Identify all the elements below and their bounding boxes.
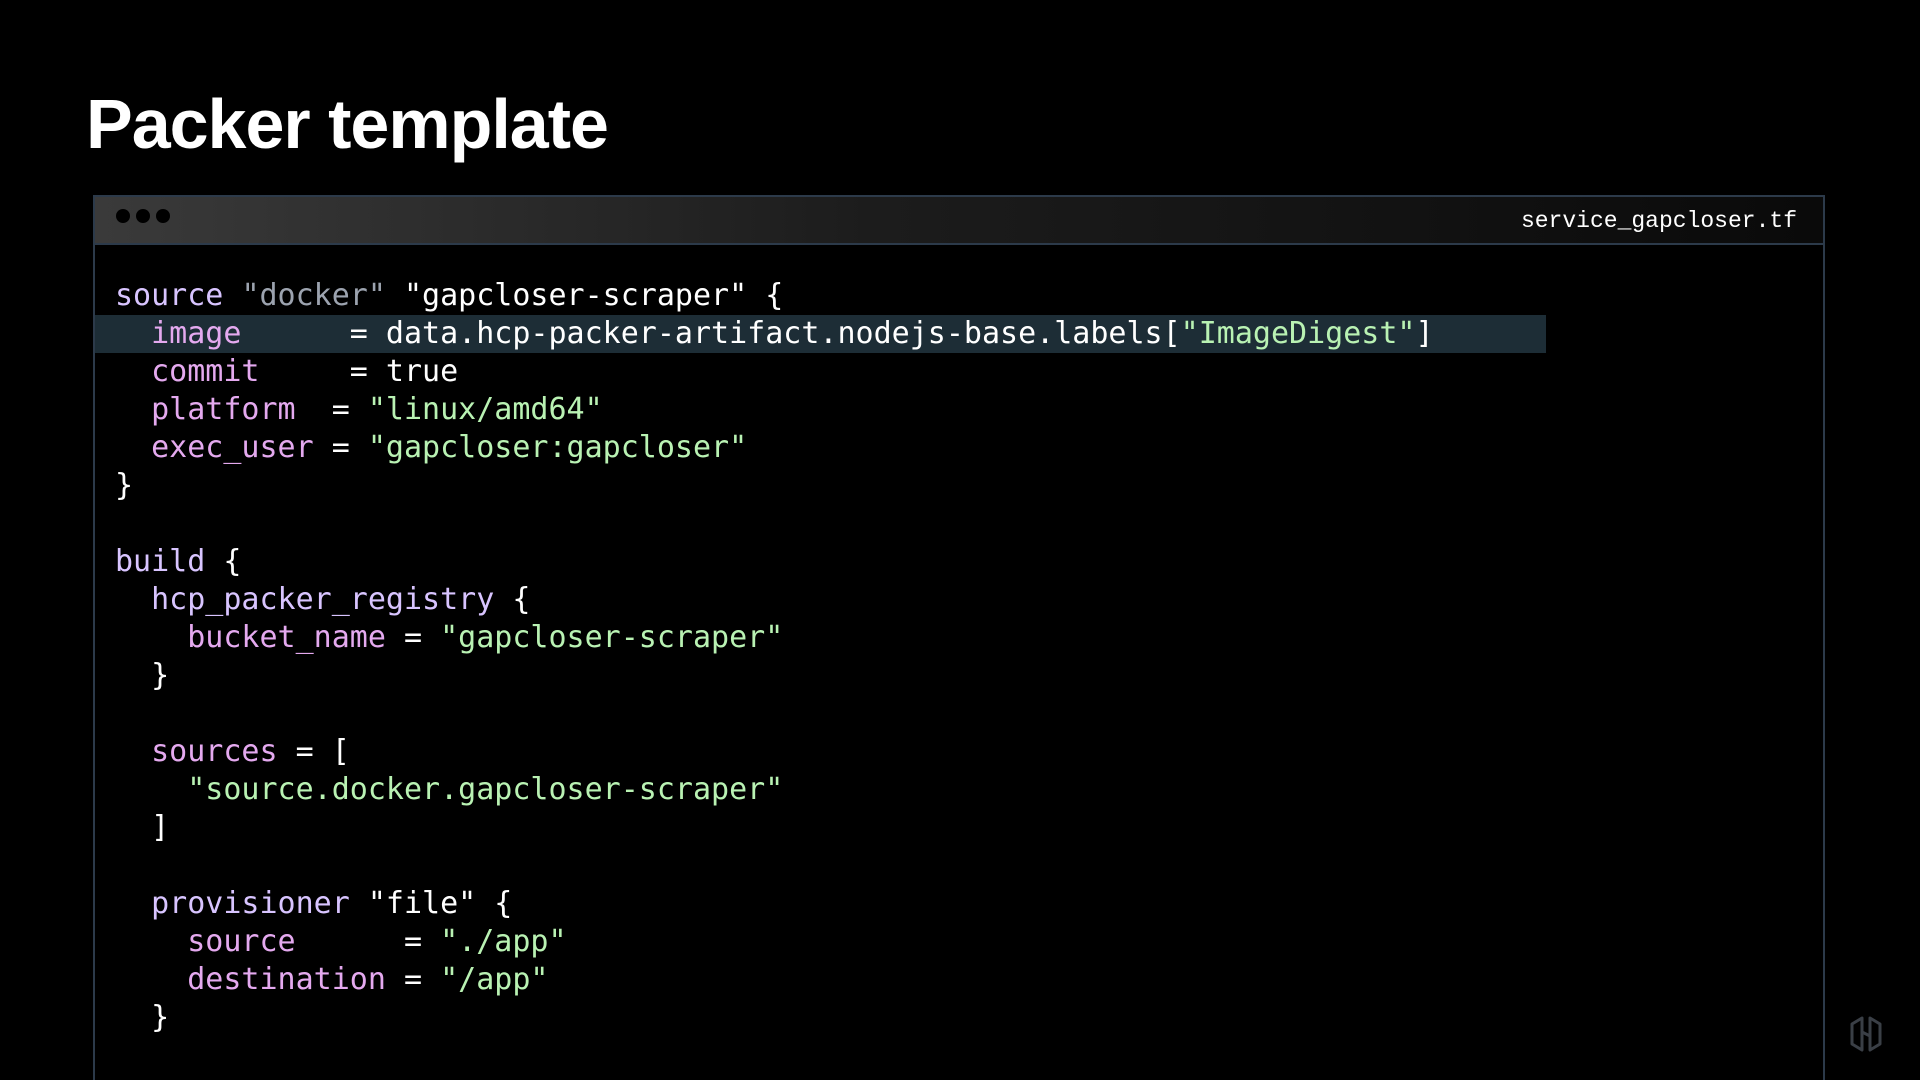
code-token: } — [115, 468, 134, 503]
code-token: provisioner — [115, 886, 350, 921]
code-token: ] — [115, 810, 170, 845]
code-token: = — [313, 430, 368, 465]
code-token: "gapcloser:gapcloser" — [367, 430, 748, 465]
code-token: commit — [115, 354, 260, 389]
code-token: source — [115, 924, 296, 959]
code-token: "linux/amd64" — [367, 392, 603, 427]
code-token: "file" { — [349, 886, 513, 921]
code-line: ] — [95, 809, 1823, 847]
window-dot-icon — [116, 209, 130, 223]
code-line: provisioner "shell" { — [95, 1075, 1823, 1080]
code-token: = — [385, 620, 441, 655]
window-dot-icon — [156, 209, 170, 223]
code-block: source "docker" "gapcloser-scraper" { im… — [95, 245, 1823, 1080]
code-token: "ImageDigest" — [1180, 316, 1416, 351]
code-token: = — [295, 392, 368, 427]
code-token: exec_user — [115, 430, 314, 465]
code-token: "source.docker.gapcloser-scraper" — [187, 772, 784, 807]
code-token: "/app" — [440, 962, 549, 997]
code-token: source — [115, 278, 242, 313]
code-line: source "docker" "gapcloser-scraper" { — [95, 277, 1823, 315]
code-line: bucket_name = "gapcloser-scraper" — [95, 619, 1823, 657]
slide-title: Packer template — [86, 85, 609, 163]
hashicorp-logo-icon — [1850, 1016, 1882, 1052]
code-line-highlighted: image = data.hcp-packer-artifact.nodejs-… — [95, 315, 1546, 353]
code-token: = — [295, 924, 441, 959]
code-token: provisioner — [115, 1076, 350, 1080]
code-token: = — [385, 962, 441, 997]
code-line: hcp_packer_registry { — [95, 581, 1823, 619]
code-editor-window: service_gapcloser.tf source "docker" "ga… — [93, 195, 1825, 1080]
code-token: hcp_packer_registry — [115, 582, 495, 617]
code-token: "docker" — [241, 278, 386, 313]
code-line: destination = "/app" — [95, 961, 1823, 999]
code-token: bucket_name — [115, 620, 386, 655]
code-token: = true — [259, 354, 459, 389]
code-token: destination — [115, 962, 386, 997]
file-name-label: service_gapcloser.tf — [1520, 208, 1797, 234]
code-line: } — [95, 467, 1823, 505]
code-line: } — [95, 999, 1823, 1037]
code-line: commit = true — [95, 353, 1823, 391]
code-token: "gapcloser-scraper" — [440, 620, 784, 655]
code-token: "gapcloser-scraper" { — [385, 278, 784, 313]
code-line: source = "./app" — [95, 923, 1823, 961]
code-token: platform — [115, 392, 296, 427]
code-token: = data.hcp-packer-artifact.nodejs-base.l… — [241, 316, 1181, 351]
code-line: build { — [95, 543, 1823, 581]
code-line: "source.docker.gapcloser-scraper" — [95, 771, 1823, 809]
code-token: "shell" { — [350, 1076, 531, 1080]
code-token: "./app" — [440, 924, 567, 959]
code-token: } — [115, 658, 170, 693]
code-token: sources — [115, 734, 278, 769]
window-controls — [116, 209, 170, 223]
code-line: exec_user = "gapcloser:gapcloser" — [95, 429, 1823, 467]
code-line: sources = [ — [95, 733, 1823, 771]
code-token: { — [494, 582, 531, 617]
code-token: { — [205, 544, 242, 579]
code-token: build — [115, 544, 206, 579]
code-token: = [ — [277, 734, 350, 769]
code-token: image — [115, 316, 242, 351]
window-title-bar: service_gapcloser.tf — [95, 197, 1823, 245]
code-line: provisioner "file" { — [95, 885, 1823, 923]
window-dot-icon — [136, 209, 150, 223]
code-line: } — [95, 657, 1823, 695]
code-token: } — [115, 1000, 170, 1035]
code-line: platform = "linux/amd64" — [95, 391, 1823, 429]
code-token: ] — [1415, 316, 1434, 351]
